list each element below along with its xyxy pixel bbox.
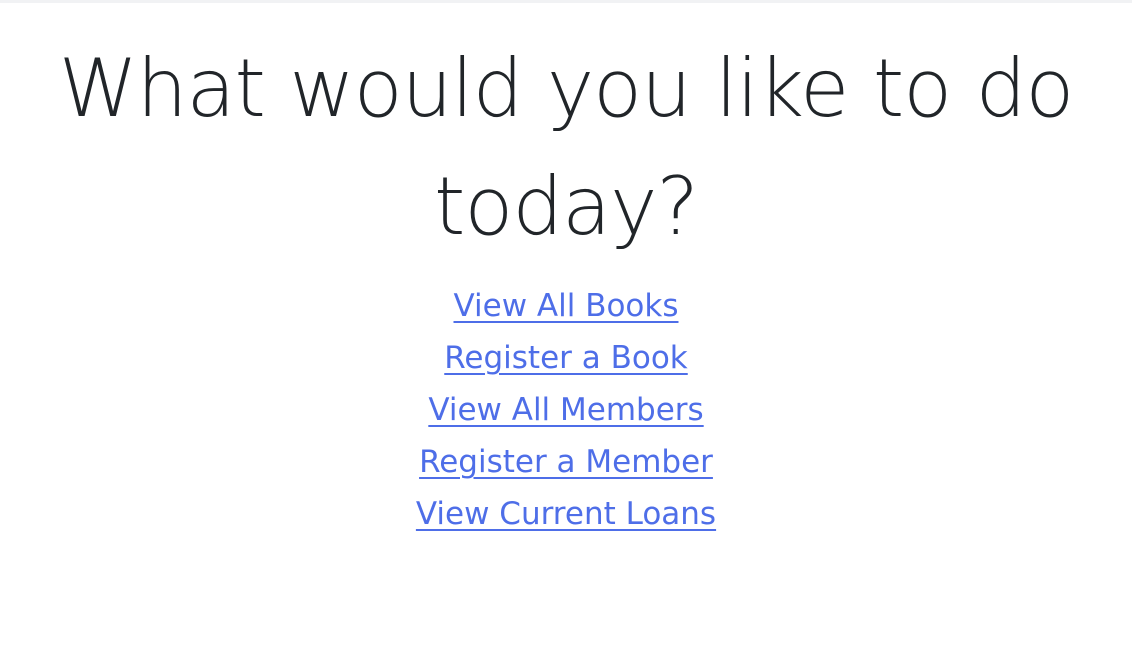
page-title: What would you like to do today? [58,42,1075,253]
home-page: What would you like to do today? View Al… [0,0,1132,647]
view-all-books-link[interactable]: View All Books [453,284,678,328]
view-all-members-link[interactable]: View All Members [428,388,703,432]
register-book-link[interactable]: Register a Book [444,336,688,380]
view-current-loans-link[interactable]: View Current Loans [416,492,716,536]
action-links-list: View All Books Register a Book View All … [0,284,1132,536]
register-member-link[interactable]: Register a Member [419,440,713,484]
